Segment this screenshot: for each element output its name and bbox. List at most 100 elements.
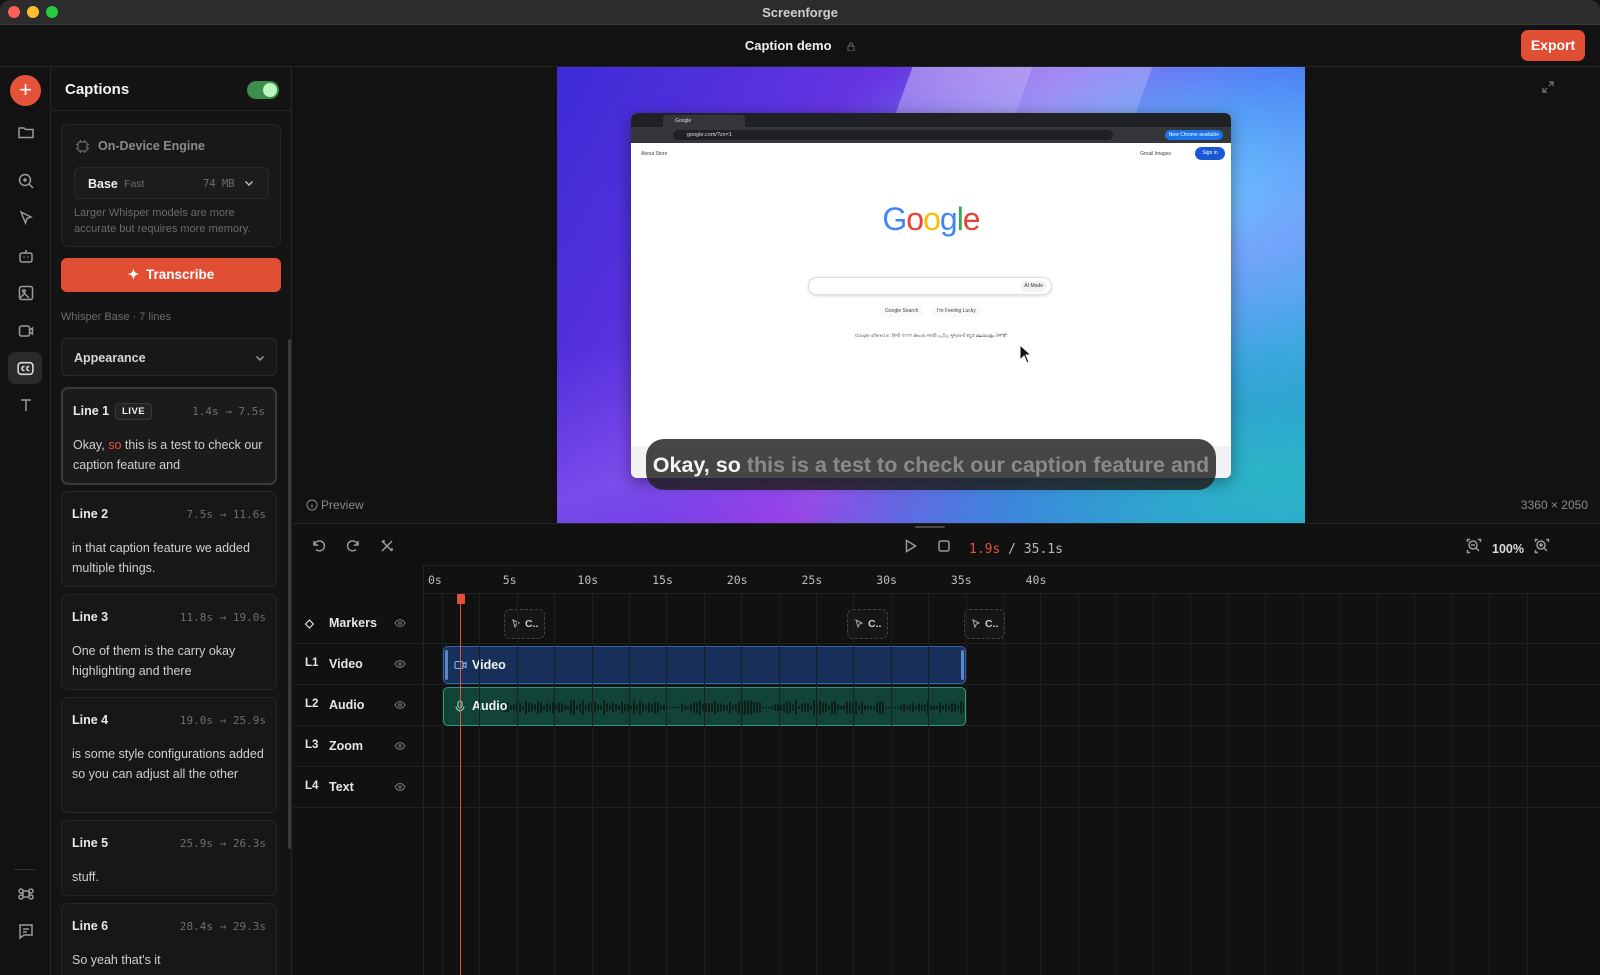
waveform-bar bbox=[597, 704, 599, 711]
waveform-bar bbox=[576, 705, 578, 710]
waveform-bar bbox=[564, 704, 566, 711]
eye-icon[interactable] bbox=[394, 699, 406, 711]
waveform-bar bbox=[567, 705, 569, 710]
document-title-wrap[interactable]: Caption demo bbox=[0, 38, 1600, 53]
caption-line-card[interactable]: Line 5 25.9s → 26.3s stuff. bbox=[61, 820, 277, 896]
command-icon[interactable] bbox=[13, 881, 38, 906]
marker-chip[interactable]: C.. bbox=[964, 609, 1005, 639]
ruler-tick-label: 0s bbox=[428, 573, 442, 587]
track-row-markers: ◇ Markers bbox=[293, 603, 1600, 644]
waveform-bar bbox=[687, 705, 689, 710]
waveform-bar bbox=[534, 704, 536, 711]
text-icon[interactable] bbox=[13, 392, 38, 417]
caption-overlay[interactable]: Okay, so this is a test to check our cap… bbox=[646, 439, 1216, 490]
expand-icon[interactable] bbox=[1542, 81, 1554, 93]
waveform-bar bbox=[723, 704, 725, 711]
appearance-dropdown[interactable]: Appearance bbox=[61, 338, 277, 376]
stop-icon[interactable] bbox=[936, 538, 952, 559]
waveform-bar bbox=[645, 704, 647, 711]
track-name: Zoom bbox=[329, 739, 364, 753]
caption-line-card[interactable]: Line 6 28.4s → 29.3s So yeah that's it bbox=[61, 903, 277, 975]
zoom-in-icon[interactable] bbox=[13, 168, 38, 193]
browser-url: google.com/?zx=1 bbox=[673, 130, 1113, 140]
line-text[interactable]: stuff. bbox=[72, 867, 268, 887]
line-time: 7.5s → 11.6s bbox=[186, 508, 266, 521]
waveform-bar bbox=[633, 700, 635, 715]
transcribe-label: Transcribe bbox=[146, 267, 215, 282]
waveform-bar bbox=[819, 700, 821, 715]
feeling-lucky-button: I'm Feeling Lucky bbox=[932, 306, 981, 317]
zoom-in-icon[interactable] bbox=[1534, 538, 1550, 559]
playhead[interactable] bbox=[460, 594, 462, 975]
play-icon[interactable] bbox=[902, 538, 918, 559]
marker-label: C.. bbox=[868, 618, 882, 630]
export-button[interactable]: Export bbox=[1521, 30, 1585, 61]
waveform-bar bbox=[618, 705, 620, 710]
marker-chip[interactable]: C.. bbox=[504, 609, 545, 639]
waveform-bar bbox=[543, 705, 545, 710]
grid-line bbox=[591, 594, 593, 975]
image-icon[interactable] bbox=[13, 280, 38, 305]
engine-title: On-Device Engine bbox=[98, 139, 205, 153]
captions-toggle[interactable] bbox=[247, 81, 279, 99]
waveform-bar bbox=[813, 700, 815, 715]
document-title[interactable]: Caption demo bbox=[745, 38, 832, 53]
grid-line bbox=[1451, 594, 1453, 975]
transcribe-button[interactable]: ✦ Transcribe bbox=[61, 258, 281, 292]
redo-icon[interactable] bbox=[345, 538, 361, 559]
waveform-bar bbox=[942, 705, 944, 710]
time-ruler[interactable]: 0s 5s 10s 15s 20s 25s 30s 35s 40s bbox=[424, 565, 1600, 594]
caption-line-card[interactable]: Line 4 19.0s → 25.9s is some style confi… bbox=[61, 697, 277, 813]
camera-icon[interactable] bbox=[13, 318, 38, 343]
eye-icon[interactable] bbox=[394, 781, 406, 793]
waveform-bar bbox=[672, 706, 674, 709]
waveform-bar bbox=[834, 700, 836, 715]
track-row-text: L4 Text bbox=[293, 767, 1600, 808]
cursor-marker-icon bbox=[855, 619, 864, 629]
waveform-bar bbox=[807, 703, 809, 712]
waveform-bar bbox=[828, 705, 830, 710]
eye-icon[interactable] bbox=[394, 658, 406, 670]
robot-icon[interactable] bbox=[13, 243, 38, 268]
line-text[interactable]: One of them is the carry okay highlighti… bbox=[72, 641, 268, 681]
ruler-tick-label: 20s bbox=[726, 573, 748, 587]
waveform-bar bbox=[792, 704, 794, 711]
line-text[interactable]: So yeah that's it bbox=[72, 950, 268, 970]
caption-line-card[interactable]: Line 3 11.8s → 19.0s One of them is the … bbox=[61, 594, 277, 690]
feedback-icon[interactable] bbox=[13, 918, 38, 943]
caption-line-card[interactable]: Line 1 LIVE 1.4s → 7.5s Okay, so this is… bbox=[61, 387, 277, 485]
folder-icon[interactable] bbox=[13, 119, 38, 144]
waveform-bar bbox=[513, 704, 515, 711]
ruler-tick-label: 15s bbox=[652, 573, 673, 587]
grid-line bbox=[1077, 594, 1079, 975]
lock-icon[interactable] bbox=[847, 42, 855, 51]
ruler-tick-label: 5s bbox=[502, 573, 517, 587]
waveform-bar bbox=[873, 705, 875, 710]
eye-icon[interactable] bbox=[394, 740, 406, 752]
video-canvas[interactable]: Google google.com/?zx=1 New Chrome avail… bbox=[557, 67, 1305, 523]
captions-icon[interactable] bbox=[8, 352, 42, 384]
zoom-out-icon[interactable] bbox=[1466, 538, 1482, 559]
add-button[interactable]: + bbox=[10, 75, 41, 106]
waveform-bar bbox=[573, 700, 575, 715]
line-title: Line 2 bbox=[72, 507, 109, 521]
google-languages: Google offered in: हिन्दी বাংলা తెలుగు म… bbox=[855, 333, 1007, 338]
panel-scrollbar[interactable] bbox=[288, 339, 291, 849]
model-select[interactable]: Base Fast 74 MB bbox=[74, 167, 269, 199]
waveform-bar bbox=[624, 703, 626, 712]
waveform-bar bbox=[525, 700, 527, 715]
waveform-bar bbox=[912, 703, 914, 712]
waveform-bar bbox=[636, 704, 638, 711]
waveform-bar bbox=[615, 704, 617, 711]
caption-line-card[interactable]: Line 2 7.5s → 11.6s in that caption feat… bbox=[61, 491, 277, 587]
line-text[interactable]: Okay, so this is a test to check our cap… bbox=[73, 435, 269, 475]
eye-icon[interactable] bbox=[394, 617, 406, 629]
line-text[interactable]: is some style configurations added so yo… bbox=[72, 744, 268, 784]
line-text[interactable]: in that caption feature we added multipl… bbox=[72, 538, 268, 578]
cursor-icon[interactable] bbox=[13, 205, 38, 230]
grid-line bbox=[703, 594, 705, 975]
cut-icon[interactable] bbox=[379, 538, 395, 559]
waveform-bar bbox=[753, 701, 755, 714]
grid-line bbox=[1414, 594, 1416, 975]
undo-icon[interactable] bbox=[311, 538, 327, 559]
